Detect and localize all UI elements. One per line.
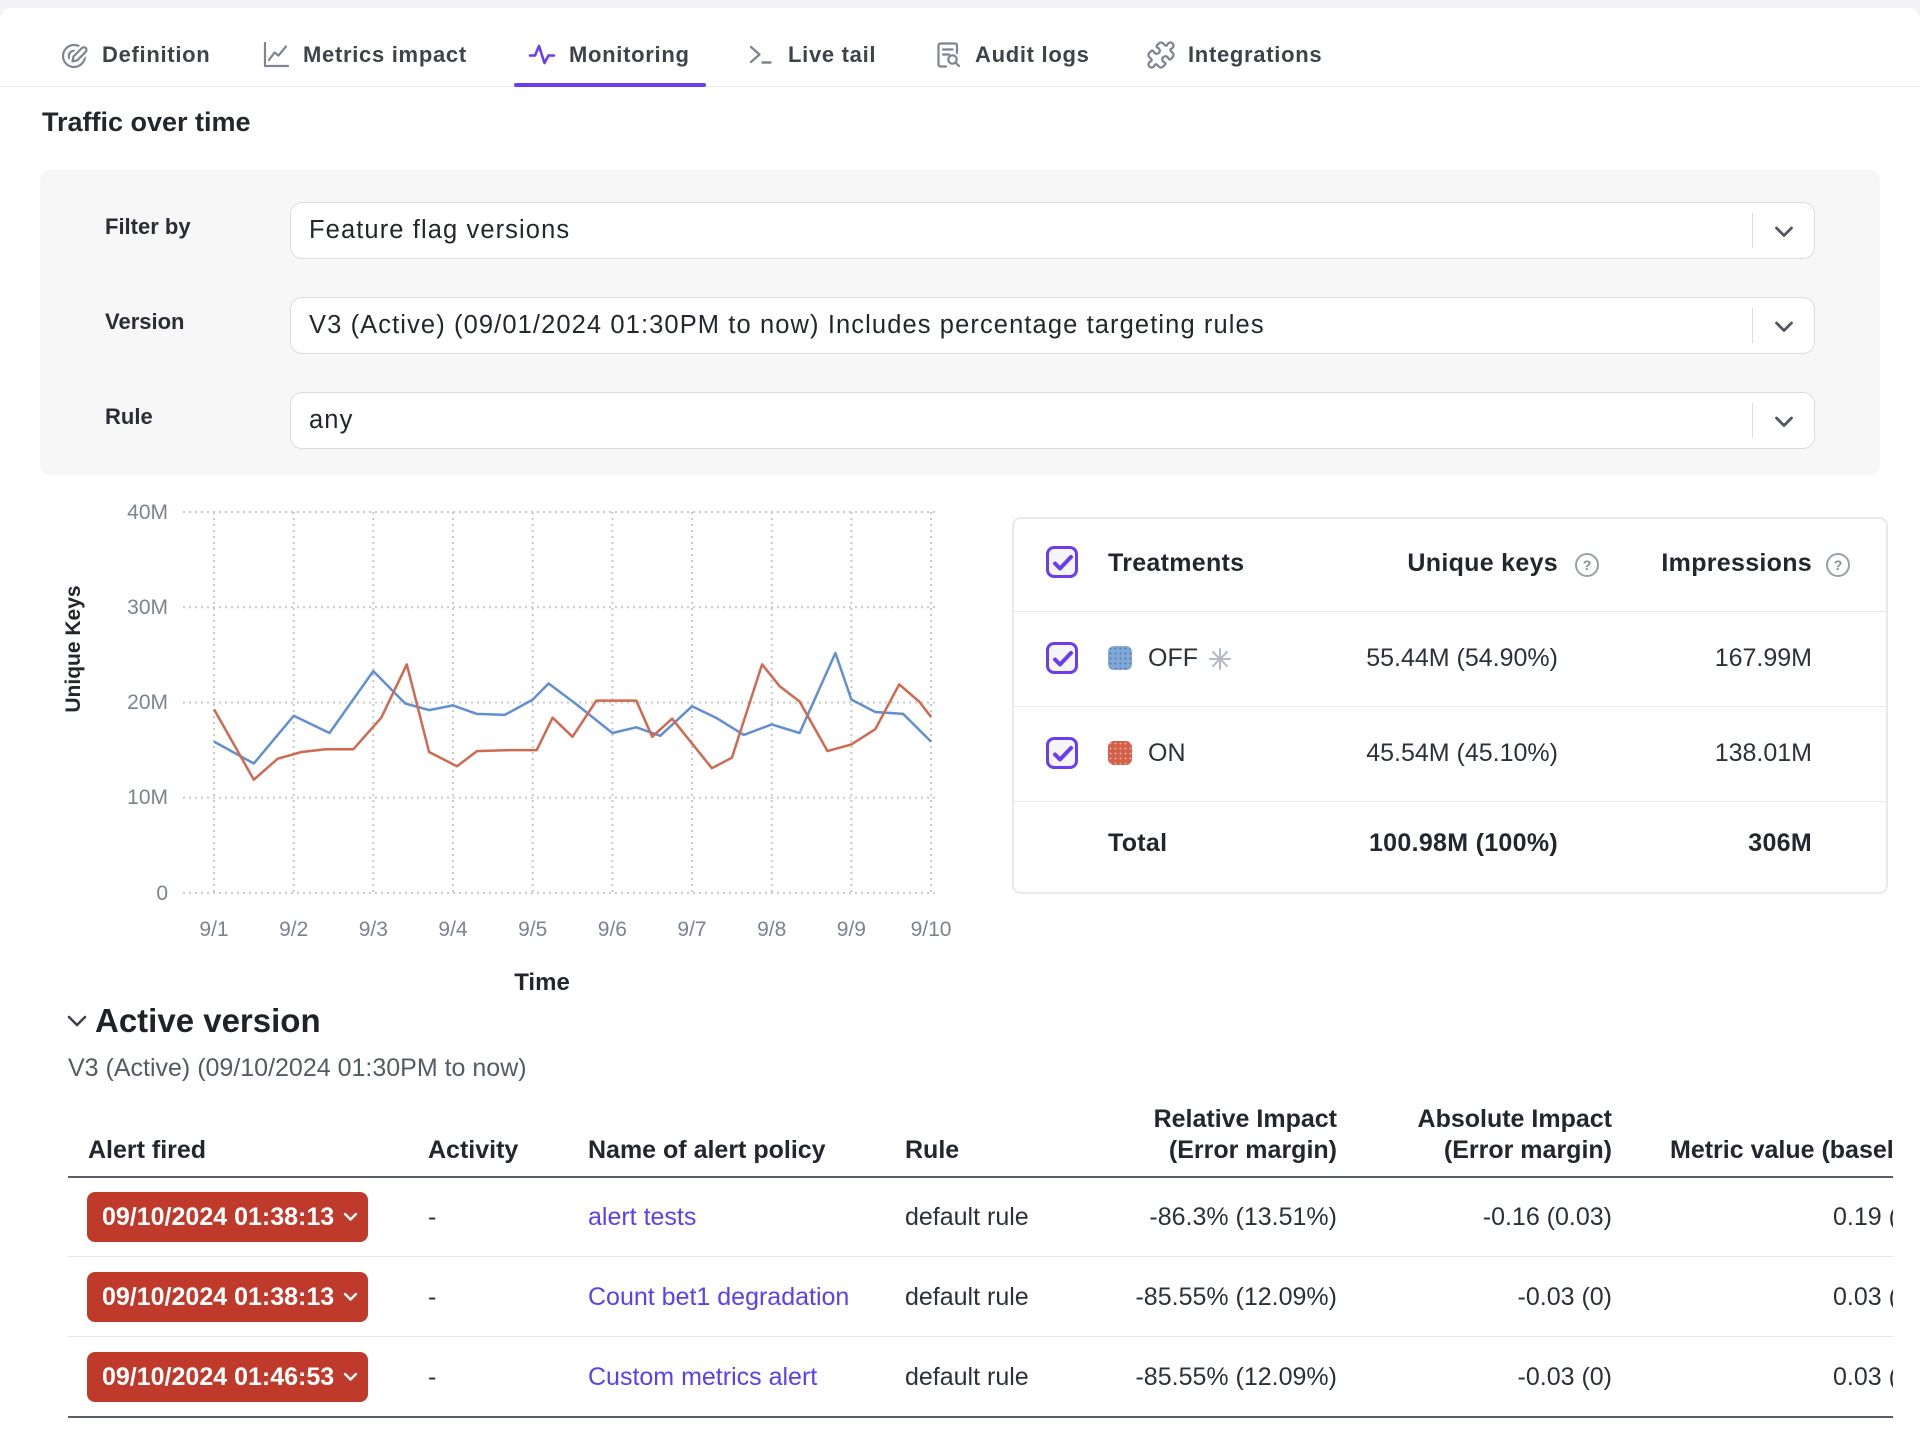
svg-text:9/3: 9/3	[359, 918, 388, 941]
svg-text:0: 0	[156, 882, 168, 905]
svg-text:9/1: 9/1	[199, 918, 228, 941]
svg-text:9/10: 9/10	[911, 918, 952, 941]
svg-text:9/2: 9/2	[279, 918, 308, 941]
svg-text:9/6: 9/6	[598, 918, 627, 941]
svg-text:Time: Time	[514, 969, 570, 996]
svg-text:Unique Keys: Unique Keys	[62, 585, 85, 712]
svg-text:9/9: 9/9	[837, 918, 866, 941]
svg-text:20M: 20M	[127, 691, 168, 714]
svg-text:9/7: 9/7	[677, 918, 706, 941]
svg-text:10M: 10M	[127, 786, 168, 809]
svg-text:9/4: 9/4	[438, 918, 468, 941]
svg-text:9/5: 9/5	[518, 918, 547, 941]
svg-text:30M: 30M	[127, 596, 168, 619]
svg-text:40M: 40M	[127, 501, 168, 524]
svg-text:9/8: 9/8	[757, 918, 786, 941]
